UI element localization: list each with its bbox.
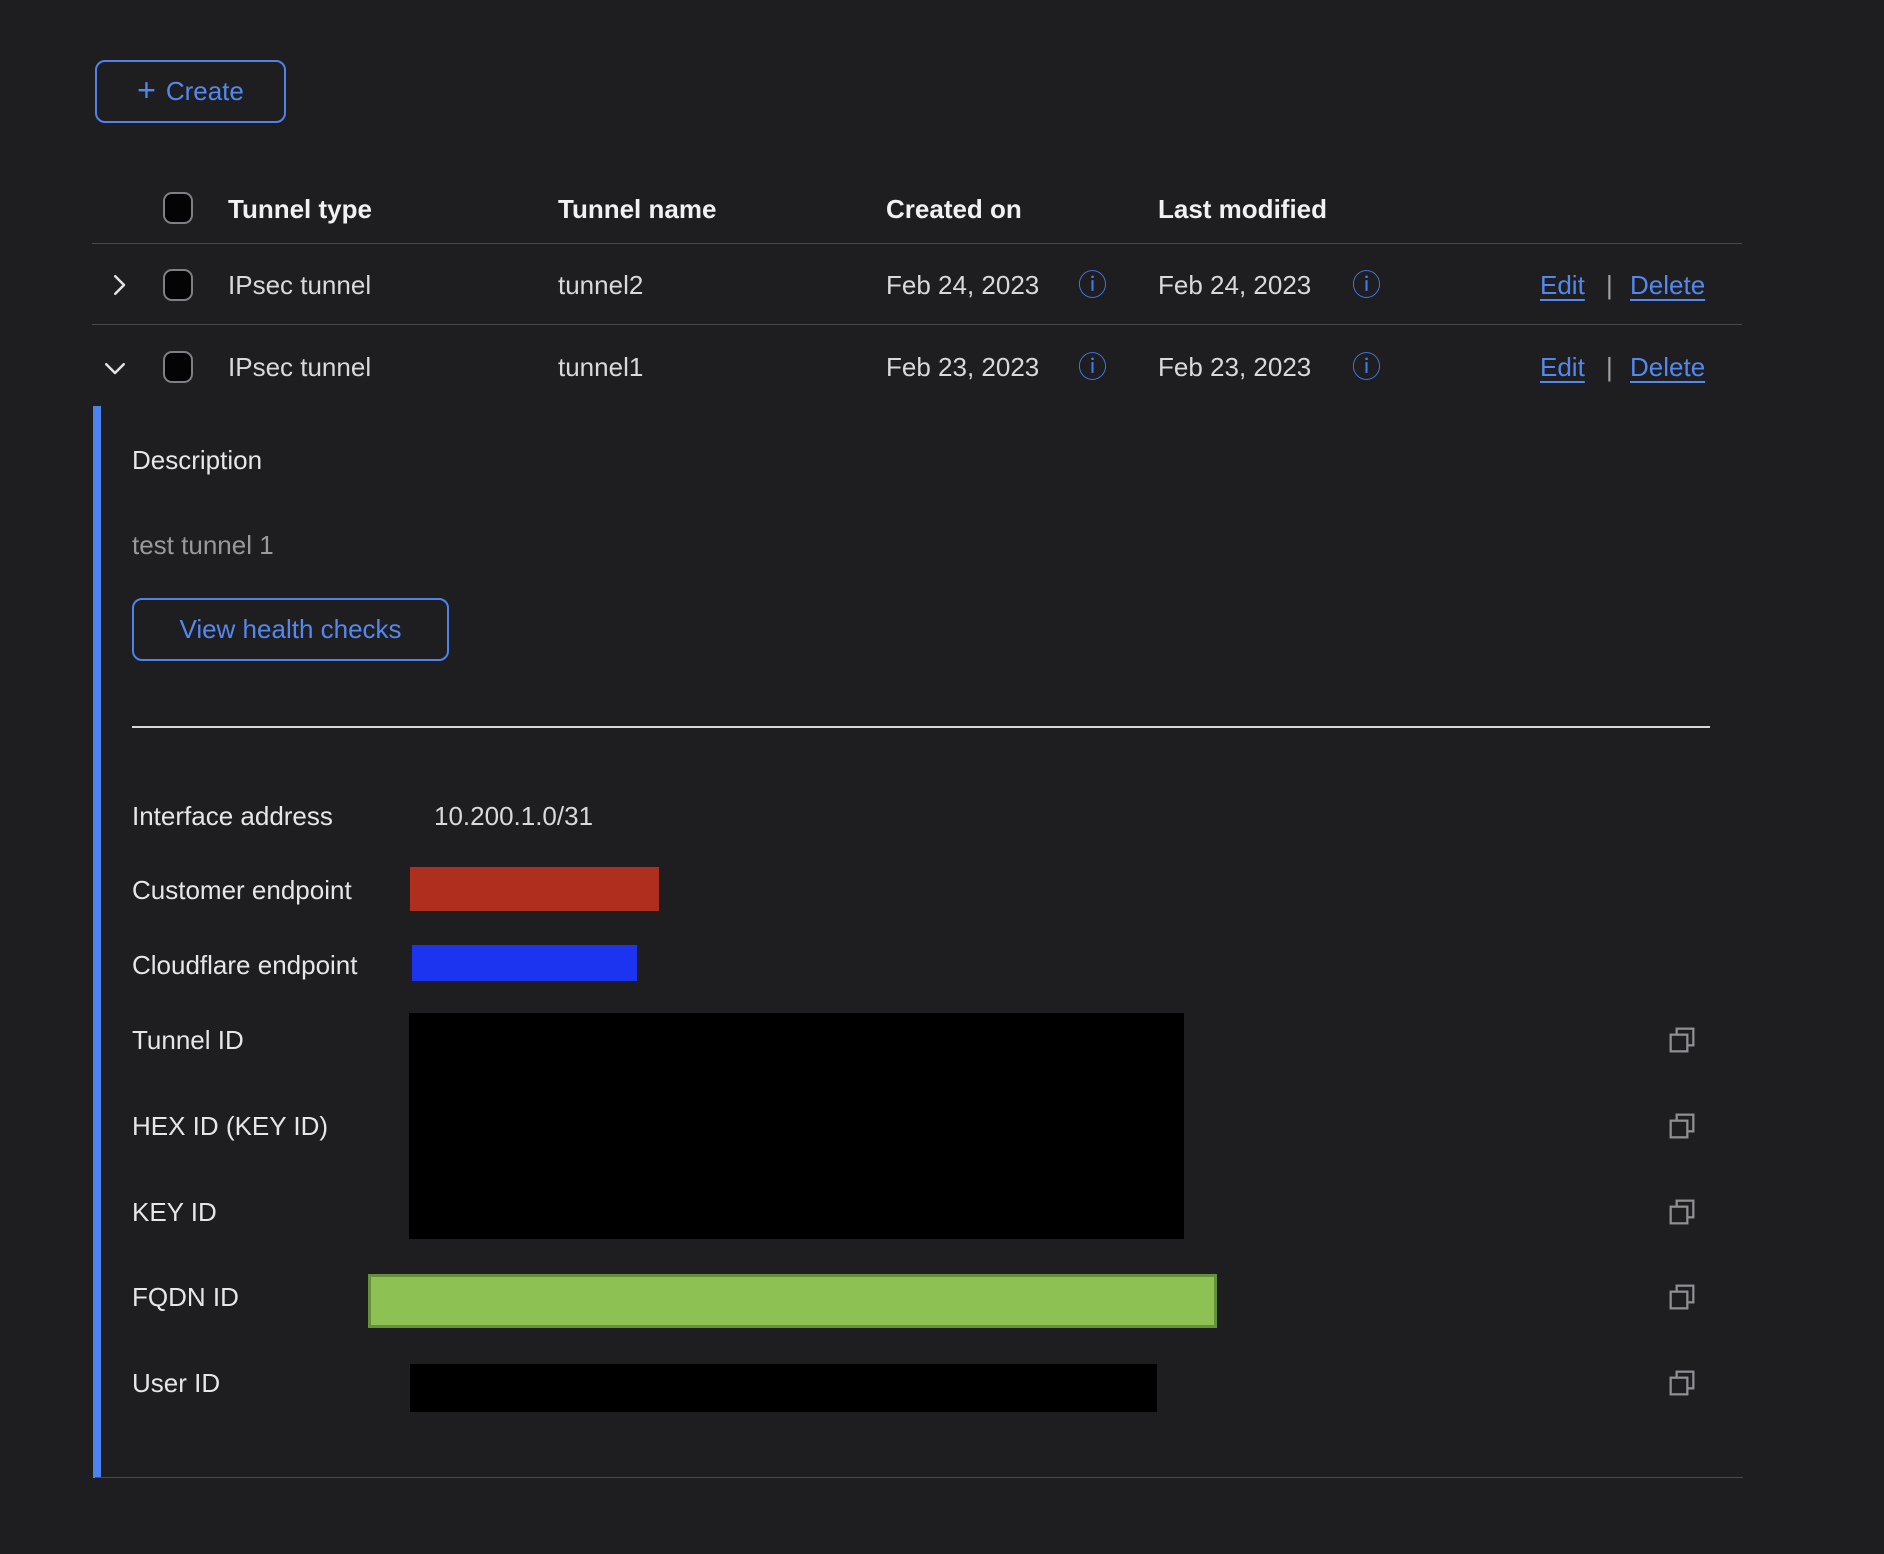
hex-id-label: HEX ID (KEY ID) bbox=[132, 1108, 328, 1144]
tunnel-name-cell: tunnel1 bbox=[558, 349, 643, 385]
description-label: Description bbox=[132, 442, 262, 478]
last-modified-cell: Feb 23, 2023 bbox=[1158, 349, 1311, 385]
copy-tunnel-id-button[interactable] bbox=[1666, 1024, 1698, 1056]
tunnel-name-cell: tunnel2 bbox=[558, 267, 643, 303]
chevron-down-icon[interactable] bbox=[100, 353, 130, 383]
info-icon[interactable]: ⓘ bbox=[1078, 272, 1106, 300]
last-modified-cell: Feb 24, 2023 bbox=[1158, 267, 1311, 303]
tunnel-type-cell: IPsec tunnel bbox=[228, 349, 371, 385]
interface-address-value: 10.200.1.0/31 bbox=[434, 798, 593, 834]
copy-hex-id-button[interactable] bbox=[1666, 1110, 1698, 1142]
created-on-cell: Feb 23, 2023 bbox=[886, 349, 1039, 385]
user-id-label: User ID bbox=[132, 1365, 220, 1401]
delete-link-tunnel2[interactable]: Delete bbox=[1630, 267, 1705, 303]
user-id-redaction bbox=[410, 1364, 1157, 1412]
expanded-row-indicator bbox=[93, 406, 101, 1478]
copy-user-id-button[interactable] bbox=[1666, 1367, 1698, 1399]
cloudflare-endpoint-label: Cloudflare endpoint bbox=[132, 947, 358, 983]
fqdn-id-redaction bbox=[368, 1274, 1217, 1328]
action-separator: | bbox=[1606, 349, 1613, 385]
info-icon[interactable]: ⓘ bbox=[1352, 354, 1380, 382]
header-tunnel-type: Tunnel type bbox=[228, 191, 372, 227]
tunnels-page: + Create Tunnel type Tunnel name Created… bbox=[0, 0, 1884, 1554]
header-tunnel-name: Tunnel name bbox=[558, 191, 716, 227]
header-created-on: Created on bbox=[886, 191, 1022, 227]
tunnel-type-cell: IPsec tunnel bbox=[228, 267, 371, 303]
tunnel-id-label: Tunnel ID bbox=[132, 1022, 244, 1058]
key-id-label: KEY ID bbox=[132, 1194, 217, 1230]
interface-address-label: Interface address bbox=[132, 798, 333, 834]
create-button-label: Create bbox=[166, 76, 244, 107]
row-checkbox-tunnel2[interactable] bbox=[163, 269, 193, 301]
fqdn-id-label: FQDN ID bbox=[132, 1279, 239, 1315]
edit-link-tunnel1[interactable]: Edit bbox=[1540, 349, 1585, 385]
edit-link-tunnel2[interactable]: Edit bbox=[1540, 267, 1585, 303]
view-health-checks-button[interactable]: View health checks bbox=[132, 598, 449, 661]
select-all-checkbox[interactable] bbox=[163, 192, 193, 224]
cloudflare-endpoint-redaction bbox=[412, 945, 637, 981]
row-divider bbox=[92, 324, 1742, 325]
plus-icon: + bbox=[137, 75, 156, 105]
customer-endpoint-redaction bbox=[410, 867, 659, 911]
copy-fqdn-id-button[interactable] bbox=[1666, 1281, 1698, 1313]
view-health-checks-label: View health checks bbox=[179, 614, 401, 645]
delete-link-tunnel1[interactable]: Delete bbox=[1630, 349, 1705, 385]
row-checkbox-tunnel1[interactable] bbox=[163, 351, 193, 383]
detail-divider bbox=[132, 726, 1710, 728]
header-divider bbox=[92, 243, 1742, 244]
info-icon[interactable]: ⓘ bbox=[1078, 354, 1106, 382]
created-on-cell: Feb 24, 2023 bbox=[886, 267, 1039, 303]
ids-redaction bbox=[409, 1013, 1184, 1239]
copy-key-id-button[interactable] bbox=[1666, 1196, 1698, 1228]
action-separator: | bbox=[1606, 267, 1613, 303]
panel-bottom-divider bbox=[95, 1477, 1743, 1478]
description-value: test tunnel 1 bbox=[132, 527, 274, 563]
chevron-right-icon[interactable] bbox=[104, 270, 134, 300]
header-last-modified: Last modified bbox=[1158, 191, 1327, 227]
create-button[interactable]: + Create bbox=[95, 60, 286, 123]
customer-endpoint-label: Customer endpoint bbox=[132, 872, 352, 908]
info-icon[interactable]: ⓘ bbox=[1352, 272, 1380, 300]
